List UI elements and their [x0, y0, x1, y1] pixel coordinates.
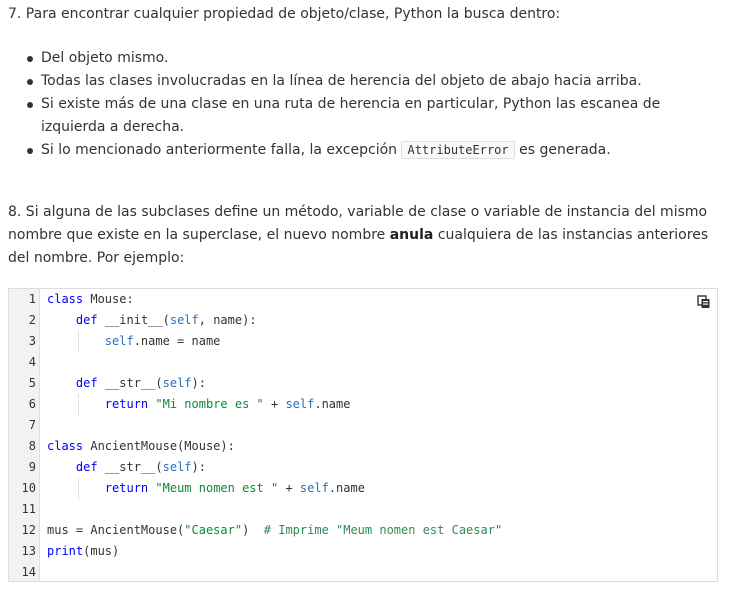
code-text: class Mouse: [47, 289, 134, 310]
bullet-text: Todas las clases involucradas en la líne… [41, 73, 642, 89]
code-token: AncientMouse(Mouse): [83, 439, 235, 453]
code-token: ): [191, 460, 206, 474]
code-token: mus = AncientMouse( [47, 523, 185, 537]
code-block: 1 class Mouse: 2 def __init__(self, name):… [8, 288, 718, 582]
code-text: class AncientMouse(Mouse): [47, 436, 235, 457]
code-token: .name = name [133, 334, 221, 348]
code-token: def [75, 313, 98, 327]
line-number: 12 [21, 523, 36, 537]
bullet-item: Si lo mencionado anteriormente falla, la… [24, 139, 724, 162]
code-token: self [169, 313, 199, 327]
code-token: __str__( [97, 376, 163, 390]
code-token: self [104, 334, 134, 348]
code-text: return "Mi nombre es " + self.name [47, 394, 351, 415]
code-line: 3 self.name = name [9, 331, 717, 352]
code-line: 8 class AncientMouse(Mouse): [9, 436, 717, 457]
line-number: 14 [21, 565, 36, 579]
line-number: 7 [28, 418, 36, 432]
code-token: Mouse: [83, 292, 134, 306]
code-token: "Caesar" [184, 523, 243, 537]
code-token: self [162, 460, 192, 474]
code-text: def __init__(self, name): [47, 310, 257, 331]
code-token: class [47, 439, 84, 453]
copy-icon[interactable] [697, 295, 711, 309]
line-number: 11 [21, 502, 36, 516]
bullet-item: Del objeto mismo. [24, 47, 724, 70]
paragraph-8: 8. Si alguna de las subclases define un … [8, 201, 720, 270]
code-text: def __str__(self): [47, 457, 206, 478]
code-token: print [47, 544, 84, 558]
bold-term: anula [389, 227, 434, 243]
code-line: 5 def __str__(self): [9, 373, 717, 394]
bullet-text: Si existe más de una clase en una ruta d… [41, 96, 661, 135]
line-number: 2 [28, 313, 36, 327]
code-token: "Meum nomen est " [155, 481, 279, 495]
line-number: 8 [28, 439, 36, 453]
code-token: return [104, 481, 149, 495]
code-line: 12 mus = AncientMouse("Caesar") # Imprime… [9, 520, 717, 541]
code-token: , name): [198, 313, 257, 327]
code-token: ): [191, 376, 206, 390]
line-number: 10 [21, 481, 36, 495]
inline-code: AttributeError [401, 141, 515, 159]
code-text: self.name = name [47, 331, 221, 352]
code-line: 4 [9, 352, 717, 373]
paragraph-7: 7. Para encontrar cualquier propiedad de… [8, 6, 561, 22]
code-text: mus = AncientMouse("Caesar") # Imprime "… [47, 520, 502, 541]
code-line: 6 return "Mi nombre es " + self.name [9, 394, 717, 415]
bullet-list: Del objeto mismo. Todas las clases invol… [24, 47, 724, 162]
line-number: 13 [21, 544, 36, 558]
code-token: class [47, 292, 84, 306]
code-text: def __str__(self): [47, 373, 206, 394]
code-token: "Mi nombre es " [155, 397, 264, 411]
code-line: 1 class Mouse: [9, 289, 717, 310]
code-line: 10 return "Meum nomen est " + self.name [9, 478, 717, 499]
code-token: # Imprime "Meum nomen est Caesar" [263, 523, 503, 537]
line-number: 5 [28, 376, 36, 390]
code-line: 2 def __init__(self, name): [9, 310, 717, 331]
bullet-text: Si lo mencionado anteriormente falla, la… [41, 142, 398, 158]
code-token: self [285, 397, 315, 411]
bullet-item: Si existe más de una clase en una ruta d… [24, 93, 724, 139]
code-text: print(mus) [47, 541, 119, 562]
line-number: 6 [28, 397, 36, 411]
code-token: __init__( [97, 313, 170, 327]
bullet-text: Del objeto mismo. [41, 50, 169, 66]
code-line: 11 [9, 499, 717, 520]
code-line: 13 print(mus) [9, 541, 717, 562]
code-token: __str__( [97, 460, 163, 474]
code-token: (mus) [83, 544, 120, 558]
code-text: return "Meum nomen est " + self.name [47, 478, 365, 499]
code-line: 14 [9, 562, 717, 583]
code-token: self [299, 481, 329, 495]
code-token: .name [328, 481, 365, 495]
line-number: 4 [28, 355, 36, 369]
code-token: + [263, 397, 286, 411]
code-line: 9 def __str__(self): [9, 457, 717, 478]
code-token: ) [242, 523, 264, 537]
code-token: return [104, 397, 149, 411]
bullet-text: es generada. [519, 142, 611, 158]
bullet-item: Todas las clases involucradas en la líne… [24, 70, 724, 93]
line-number: 3 [28, 334, 36, 348]
code-token: self [162, 376, 192, 390]
code-token: + [278, 481, 300, 495]
line-number: 1 [28, 292, 36, 306]
code-token: def [75, 460, 98, 474]
code-token: .name [314, 397, 351, 411]
code-token: def [75, 376, 98, 390]
line-number: 9 [28, 460, 36, 474]
code-line: 7 [9, 415, 717, 436]
